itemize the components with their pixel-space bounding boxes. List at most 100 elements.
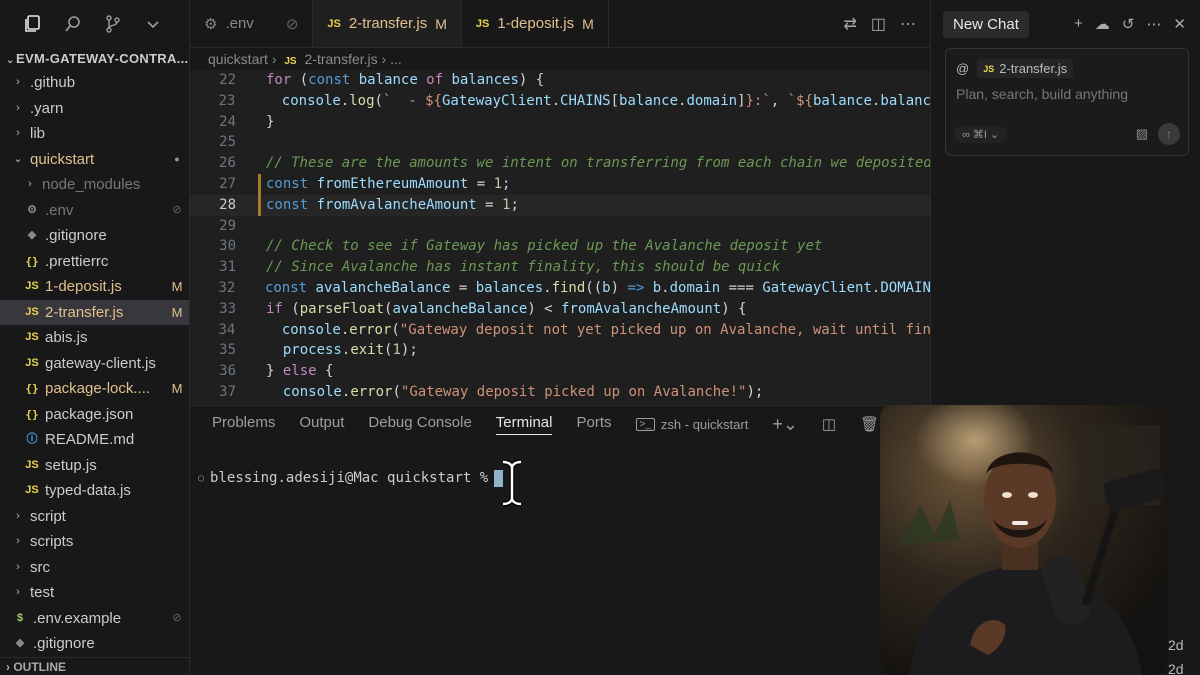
history-icon[interactable]: ↺: [1122, 15, 1135, 33]
trash-icon[interactable]: 🗑: [860, 415, 879, 433]
cloud-icon[interactable]: ☁: [1095, 15, 1110, 33]
tree-item-prettierrc[interactable]: {} .prettierrc: [0, 249, 189, 275]
code-token: ) <: [527, 300, 562, 317]
panel-tab-terminal[interactable]: Terminal: [495, 414, 553, 435]
breadcrumb-separator-icon: ›: [271, 51, 281, 67]
search-icon[interactable]: [62, 13, 84, 35]
chevron-right-icon: ›: [16, 101, 20, 114]
tab-env[interactable]: ⚙ .env ⊘: [190, 0, 314, 47]
code-text: const avalancheBalance = balances.find((…: [265, 278, 930, 299]
context-file-chip[interactable]: JS 2-transfer.js: [977, 59, 1074, 78]
panel-tab-problems[interactable]: Problems: [212, 414, 275, 435]
compare-changes-icon[interactable]: ⇄: [843, 14, 856, 34]
code-text: if (parseFloat(avalancheBalance) < fromA…: [266, 299, 746, 320]
mention-button[interactable]: @: [956, 61, 969, 76]
image-icon[interactable]: ▨: [1136, 126, 1148, 142]
tree-item-src[interactable]: › src: [0, 555, 189, 581]
panel-tab-debug-console[interactable]: Debug Console: [368, 414, 471, 435]
terminal-name: zsh - quickstart: [660, 416, 749, 432]
tree-item-yarn[interactable]: › .yarn: [0, 96, 189, 122]
tree-item-readme-md[interactable]: ⓘ README.md: [0, 427, 189, 453]
breadcrumb-folder[interactable]: quickstart: [208, 51, 268, 67]
tree-item-2-transfer-js[interactable]: JS 2-transfer.js M: [0, 299, 189, 325]
code-token: log: [349, 92, 375, 109]
tab-2-transfer-js[interactable]: JS 2-transfer.js M: [313, 0, 462, 47]
tree-item-abis-js[interactable]: JS abis.js: [0, 325, 189, 351]
tree-item-quickstart[interactable]: ⌄ quickstart ●: [0, 147, 189, 173]
code-token: // Since Avalanche has instant finality,…: [266, 259, 781, 276]
new-terminal-icon[interactable]: +⌄: [772, 414, 798, 435]
tree-item-test[interactable]: › test: [0, 580, 189, 606]
split-terminal-icon[interactable]: ◫: [822, 415, 836, 433]
code-token: (: [391, 321, 400, 338]
code-token: ===: [720, 279, 763, 296]
prompt-dot-icon: ○: [198, 472, 205, 484]
tree-item-package-json[interactable]: {} package.json: [0, 402, 189, 428]
code-token: );: [746, 383, 764, 400]
tree-item-scripts[interactable]: › scripts: [0, 529, 189, 555]
tree-item-github[interactable]: › .github: [0, 70, 189, 96]
panel-tab-output[interactable]: Output: [299, 414, 344, 435]
tree-item-gitignore[interactable]: ◆ .gitignore: [0, 631, 189, 657]
chat-input[interactable]: Plan, search, build anything: [946, 78, 1188, 102]
line-number: 36: [219, 363, 236, 380]
split-editor-icon[interactable]: ◫: [871, 14, 886, 34]
json-file-icon: {}: [25, 254, 39, 268]
code-token: domain: [686, 92, 738, 109]
js-file-icon: JS: [327, 17, 341, 30]
tree-item-label: abis.js: [45, 329, 88, 346]
code-token: else: [282, 363, 317, 380]
tree-item-env-example[interactable]: $ .env.example ⊘: [0, 606, 189, 632]
files-icon[interactable]: [22, 13, 44, 35]
code-line: 35 process.exit(1);: [190, 340, 930, 361]
json-file-icon: {}: [25, 382, 39, 395]
chevron-down-icon[interactable]: [142, 13, 164, 35]
tree-item-node-modules[interactable]: › node_modules: [0, 172, 189, 198]
breadcrumb-separator-icon: ›: [381, 51, 391, 67]
panel-tab-ports[interactable]: Ports: [576, 414, 611, 435]
ignored-icon: ⊘: [285, 15, 299, 33]
gutter: [236, 299, 266, 320]
close-icon[interactable]: ✕: [1173, 15, 1186, 33]
timestamp-label: 2d: [1168, 661, 1184, 675]
chevron-down-icon: ⌄: [13, 152, 23, 165]
tree-item-lib[interactable]: › lib: [0, 121, 189, 147]
tree-item-1-deposit-js[interactable]: JS 1-deposit.js M: [0, 274, 189, 300]
tree-item-gitignore[interactable]: ◆ .gitignore: [0, 223, 189, 249]
tree-item-script[interactable]: › script: [0, 504, 189, 530]
tree-item-label: .prettierrc: [45, 252, 109, 270]
code-editor[interactable]: 22 for (const balance of balances) {23 co…: [190, 70, 930, 405]
source-control-icon[interactable]: [102, 13, 124, 35]
breadcrumb-more[interactable]: ...: [390, 51, 402, 67]
file-tree: › .github › .yarn › lib ⌄ quickstart ● › node_modu…: [0, 70, 189, 657]
tree-item-gateway-client-js[interactable]: JS gateway-client.js: [0, 351, 189, 377]
terminal-instance[interactable]: >_ zsh - quickstart: [635, 416, 749, 432]
tree-item-setup-js[interactable]: JS setup.js: [0, 453, 189, 479]
tree-item-package-lock[interactable]: {} package-lock.... M: [0, 376, 189, 402]
line-number: 23: [218, 92, 236, 109]
chat-title-tab[interactable]: New Chat: [943, 10, 1029, 38]
code-token: balance: [812, 92, 872, 109]
agent-mode-dropdown[interactable]: ∞ ⌘I ⌄: [954, 125, 1008, 143]
terminal-prompt-line[interactable]: ○ blessing.adesiji@Mac quickstart %: [190, 448, 930, 508]
tree-item-label: scripts: [30, 533, 74, 550]
code-token: ;: [510, 196, 519, 213]
breadcrumb-file[interactable]: 2-transfer.js: [305, 51, 378, 67]
tree-item-env[interactable]: ⚙ .env ⊘: [0, 198, 189, 224]
chat-header-icons: + ☁ ↺ ⋯ ✕: [1074, 15, 1200, 33]
chat-input-box[interactable]: @ JS 2-transfer.js Plan, search, build an…: [945, 48, 1189, 156]
send-button[interactable]: ↑: [1158, 123, 1180, 145]
explorer-root-title[interactable]: ⌄EVM-GATEWAY-CONTRA...: [0, 48, 189, 70]
code-text: // Since Avalanche has instant finality,…: [266, 257, 780, 278]
tab-1-deposit-js[interactable]: JS 1-deposit.js M: [462, 0, 609, 47]
code-token: CHAINS: [560, 92, 611, 109]
more-actions-icon[interactable]: ⋯: [1146, 15, 1161, 33]
outline-section[interactable]: › OUTLINE: [0, 657, 189, 675]
code-token: find: [551, 279, 586, 296]
code-line: 23 console.log(` - ${GatewayClient.CHAIN…: [190, 91, 931, 112]
more-actions-icon[interactable]: ⋯: [900, 14, 916, 34]
tree-item-typed-data-js[interactable]: JS typed-data.js: [0, 478, 189, 504]
plus-icon[interactable]: +: [1074, 15, 1083, 33]
